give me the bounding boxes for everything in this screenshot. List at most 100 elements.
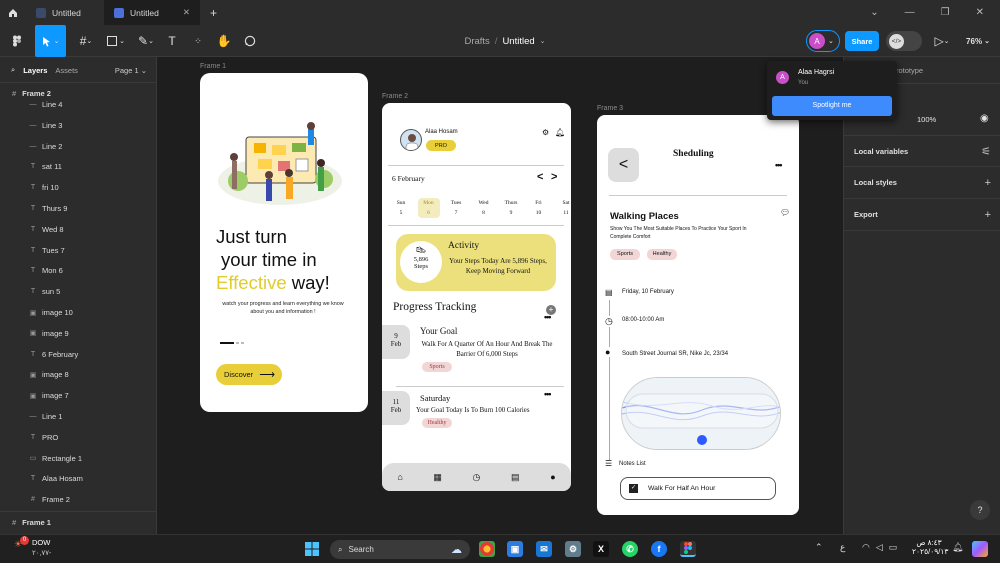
layer-row[interactable]: T Thurs 9 (0, 198, 156, 219)
more-icon[interactable]: ••• (775, 160, 783, 170)
layer-row[interactable]: T Tues 7 (0, 240, 156, 261)
tab-layers[interactable]: Layers (23, 66, 47, 75)
map-view[interactable] (621, 377, 781, 450)
plus-icon[interactable]: + (985, 177, 991, 189)
resources-icon[interactable]: ⁘ (189, 25, 207, 57)
copilot-icon[interactable] (972, 541, 988, 557)
tray-icons[interactable]: ◠ ◁ ▭ (862, 542, 897, 553)
layer-row[interactable]: — Line 1 (0, 406, 156, 427)
minimize-icon[interactable]: — (905, 7, 915, 18)
layer-row[interactable]: — Line 4 (0, 94, 156, 115)
layer-row[interactable]: T 6 February (0, 344, 156, 365)
weather-title[interactable]: DOW (32, 538, 50, 547)
present-icon[interactable]: ▷ ⌄ (932, 25, 952, 57)
window-tab-1[interactable]: Untitled (26, 0, 104, 25)
language-indicator[interactable]: ع (840, 542, 845, 553)
close-icon[interactable]: ✕ (976, 7, 984, 18)
day-cell[interactable]: Mon 6 (417, 198, 440, 218)
layer-row[interactable]: — Line 3 (0, 115, 156, 136)
chevron-up-icon[interactable]: ⌃ (815, 542, 823, 553)
bell-icon[interactable]: 🔔︎ (952, 542, 963, 553)
grid-icon[interactable]: ▦ (433, 472, 442, 483)
day-cell[interactable]: Sun 5 (390, 198, 412, 218)
figma-icon[interactable] (680, 541, 696, 557)
day-cell[interactable]: Tues 7 (445, 198, 467, 218)
day-cell[interactable]: Wed 8 (473, 198, 495, 218)
x-app-icon[interactable]: X (593, 541, 609, 557)
search-icon[interactable]: ⌕ (11, 65, 15, 75)
settings-icon[interactable]: ⚙ (542, 128, 549, 137)
layer-row[interactable]: Tsun 5 (0, 281, 156, 302)
mail-icon[interactable]: ✉ (536, 541, 552, 557)
back-button[interactable]: < (608, 148, 639, 182)
tab-assets[interactable]: Assets (55, 66, 78, 75)
new-tab-button[interactable]: + (200, 0, 224, 25)
home-icon[interactable] (0, 0, 26, 25)
file-name[interactable]: Untitled (502, 36, 534, 47)
window-tab-2[interactable]: Untitled ✕ (104, 0, 200, 25)
home-icon[interactable]: ⌂ (397, 472, 402, 482)
layer-row[interactable]: ▣ image 7 (0, 385, 156, 406)
search-box[interactable]: ⌕ Search ☁ (330, 540, 470, 559)
multiplayer-avatars[interactable]: A ⌄ (806, 30, 840, 52)
layer-row[interactable]: ▣ image 9 (0, 323, 156, 344)
day-cell[interactable]: Sat 11 (555, 198, 571, 218)
chevron-down-icon[interactable]: ⌄ (870, 7, 878, 18)
text-tool[interactable]: T (163, 25, 181, 57)
layer-row[interactable]: T Mon 6 (0, 260, 156, 281)
section-local-styles[interactable]: Local styles + (844, 167, 1000, 199)
spotlight-button[interactable]: Spotlight me (772, 96, 892, 116)
frame-3[interactable]: < Sheduling ••• Walking Places 💬︎ Show Y… (597, 115, 799, 515)
activity-card[interactable]: 👟︎ 5,896 Steps Activity Your Steps Today… (396, 234, 556, 291)
pen-tool[interactable]: ✎ ⌄ (133, 25, 159, 57)
chevron-right-icon[interactable]: > (551, 171, 557, 183)
chevron-down-icon[interactable]: ⌄ (540, 37, 546, 45)
checkbox[interactable]: ✓ (629, 484, 638, 493)
whatsapp-icon[interactable]: ✆ (622, 541, 638, 557)
hand-tool[interactable]: ✋ (215, 25, 233, 57)
profile-icon[interactable]: ● (550, 472, 555, 482)
more-icon[interactable]: ••• (544, 312, 552, 322)
day-cell[interactable]: Thurs 9 (500, 198, 522, 218)
layer-row[interactable]: T Wed 8 (0, 219, 156, 240)
restore-icon[interactable]: ❐ (941, 7, 950, 18)
section-local-variables[interactable]: Local variables ⚟ (844, 135, 1000, 167)
layer-row[interactable]: # Frame 2 (0, 489, 156, 510)
chevron-left-icon[interactable]: < (537, 171, 543, 183)
page-selector[interactable]: Page 1 ⌄ (115, 66, 147, 75)
layer-row[interactable]: T PRO (0, 427, 156, 448)
chat-icon[interactable]: 💬︎ (780, 208, 790, 217)
zoom-level[interactable]: 76% ⌄ (960, 25, 996, 57)
layer-row[interactable]: ▣ image 8 (0, 364, 156, 385)
frame-label[interactable]: Frame 2 (382, 93, 408, 100)
comment-tool[interactable] (241, 25, 259, 57)
clock-icon[interactable]: ◷ (473, 472, 481, 483)
shape-tool[interactable]: ⌄ (103, 25, 129, 57)
close-tab-icon[interactable]: ✕ (183, 7, 190, 18)
plus-icon[interactable]: + (985, 209, 991, 221)
day-cell[interactable]: Fri 10 (528, 198, 550, 218)
layer-row[interactable]: Tsat 11 (0, 156, 156, 177)
calendar-icon[interactable]: ▤ (511, 472, 520, 483)
frame-tool[interactable]: # ⌄ (73, 25, 99, 57)
note-item[interactable]: ✓ Walk For Half An Hour (620, 477, 776, 500)
store-icon[interactable]: ▣ (507, 541, 523, 557)
help-button[interactable]: ? (970, 500, 990, 520)
opacity-value[interactable]: 100% (917, 115, 936, 124)
layer-row[interactable]: — Line 2 (0, 136, 156, 157)
breadcrumb-drafts[interactable]: Drafts (464, 36, 489, 47)
frame-1[interactable]: Just turn your time in Effective way! wa… (200, 73, 368, 412)
section-export[interactable]: Export + (844, 199, 1000, 231)
layer-row[interactable]: Tfri 10 (0, 177, 156, 198)
main-menu-icon[interactable] (6, 25, 28, 57)
dev-mode-toggle[interactable]: </> (886, 31, 922, 51)
start-icon[interactable] (304, 541, 320, 557)
facebook-icon[interactable]: f (651, 541, 667, 557)
clock[interactable]: ٨:٤٣ ص ٢٠٢٥/٠٩/١٣ (912, 538, 948, 556)
layer-frame-1[interactable]: # Frame 1 (0, 511, 156, 532)
frame-label[interactable]: Frame 3 (597, 105, 623, 112)
layer-row[interactable]: ▭ Rectangle 1 (0, 448, 156, 469)
move-tool[interactable]: ⌄ (35, 25, 66, 57)
discover-button[interactable]: Discover ⟶ (216, 364, 282, 385)
layer-row[interactable]: ▣ image 10 (0, 302, 156, 323)
